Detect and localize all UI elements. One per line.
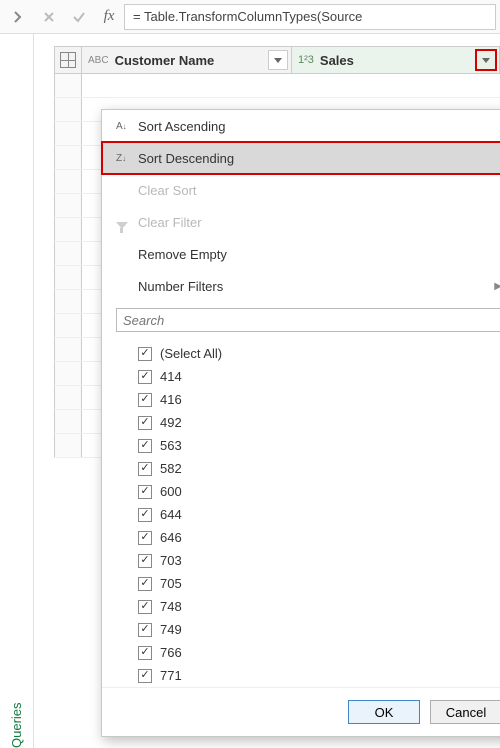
sort-asc-icon: A↓ <box>116 121 138 132</box>
filter-values-list: ✓ (Select All) ✓414✓416✓492✓563✓582✓600✓… <box>116 340 500 687</box>
menu-label: Sort Descending <box>138 151 234 166</box>
filter-value-label: 563 <box>160 438 182 453</box>
number-filters-item[interactable]: Number Filters ▶ <box>102 270 500 302</box>
filter-value-item[interactable]: ✓ 771 <box>138 664 500 687</box>
checkbox-checked-icon: ✓ <box>138 416 152 430</box>
sort-ascending-item[interactable]: A↓ Sort Ascending <box>102 110 500 142</box>
filter-value-label: 414 <box>160 369 182 384</box>
filter-value-item[interactable]: ✓ 414 <box>138 365 500 388</box>
checkbox-checked-icon: ✓ <box>138 393 152 407</box>
checkbox-checked-icon: ✓ <box>138 462 152 476</box>
filter-value-item[interactable]: ✓ 646 <box>138 526 500 549</box>
filter-value-item[interactable]: ✓ 766 <box>138 641 500 664</box>
filter-value-label: 492 <box>160 415 182 430</box>
checkbox-checked-icon: ✓ <box>138 508 152 522</box>
filter-dropdown: A↓ Sort Ascending Z↓ Sort Descending Cle… <box>101 109 500 737</box>
menu-label: Clear Filter <box>138 215 202 230</box>
filter-value-label: 748 <box>160 599 182 614</box>
filter-value-item[interactable]: ✓ 749 <box>138 618 500 641</box>
column-header-customer-name[interactable]: ABC Customer Name <box>82 47 292 73</box>
filter-value-label: 644 <box>160 507 182 522</box>
filter-value-item[interactable]: ✓ 416 <box>138 388 500 411</box>
queries-rail[interactable]: Queries <box>0 34 34 748</box>
filter-value-select-all[interactable]: ✓ (Select All) <box>138 342 500 365</box>
menu-label: Clear Sort <box>138 183 197 198</box>
filter-value-label: 646 <box>160 530 182 545</box>
clear-sort-item: Clear Sort <box>102 174 500 206</box>
sort-descending-item[interactable]: Z↓ Sort Descending <box>102 142 500 174</box>
checkbox-checked-icon: ✓ <box>138 646 152 660</box>
formula-bar: fx = Table.TransformColumnTypes(Source <box>0 0 500 34</box>
column-filter-button-customer[interactable] <box>268 50 288 70</box>
filter-value-label: 600 <box>160 484 182 499</box>
checkbox-checked-icon: ✓ <box>138 370 152 384</box>
filter-value-item[interactable]: ✓ 600 <box>138 480 500 503</box>
column-headers: ABC Customer Name 1²3 Sales <box>54 46 500 74</box>
submenu-arrow-icon: ▶ <box>494 281 500 292</box>
filter-value-label: (Select All) <box>160 346 222 361</box>
filter-value-item[interactable]: ✓ 644 <box>138 503 500 526</box>
type-number-icon: 1²3 <box>298 54 314 66</box>
filter-value-label: 703 <box>160 553 182 568</box>
menu-label: Sort Ascending <box>138 119 225 134</box>
expand-panel-chevron[interactable] <box>0 10 34 24</box>
filter-value-item[interactable]: ✓ 582 <box>138 457 500 480</box>
filter-value-item[interactable]: ✓ 563 <box>138 434 500 457</box>
checkbox-checked-icon: ✓ <box>138 347 152 361</box>
chevron-down-icon <box>274 58 282 63</box>
column-name-label: Customer Name <box>115 53 215 68</box>
checkbox-checked-icon: ✓ <box>138 577 152 591</box>
sort-desc-icon: Z↓ <box>116 153 138 164</box>
filter-value-label: 705 <box>160 576 182 591</box>
checkbox-checked-icon: ✓ <box>138 531 152 545</box>
filter-value-label: 582 <box>160 461 182 476</box>
filter-value-item[interactable]: ✓ 492 <box>138 411 500 434</box>
checkbox-checked-icon: ✓ <box>138 669 152 683</box>
fx-icon[interactable]: fx <box>94 4 124 30</box>
filter-value-label: 771 <box>160 668 182 683</box>
table-icon <box>60 52 76 68</box>
clear-filter-item: Clear Filter <box>102 206 500 238</box>
chevron-down-icon <box>482 58 490 63</box>
column-header-sales[interactable]: 1²3 Sales <box>292 47 500 73</box>
cancel-formula-icon <box>34 4 64 30</box>
menu-label: Number Filters <box>138 279 223 294</box>
checkbox-checked-icon: ✓ <box>138 439 152 453</box>
filter-value-item[interactable]: ✓ 748 <box>138 595 500 618</box>
checkbox-checked-icon: ✓ <box>138 623 152 637</box>
filter-search-input[interactable] <box>116 308 500 332</box>
cancel-button[interactable]: Cancel <box>430 700 500 724</box>
filter-value-item[interactable]: ✓ 703 <box>138 549 500 572</box>
checkbox-checked-icon: ✓ <box>138 600 152 614</box>
formula-input[interactable]: = Table.TransformColumnTypes(Source <box>124 4 496 30</box>
remove-empty-item[interactable]: Remove Empty <box>102 238 500 270</box>
filter-value-item[interactable]: ✓ 705 <box>138 572 500 595</box>
column-filter-button-sales[interactable] <box>475 49 497 71</box>
checkbox-checked-icon: ✓ <box>138 485 152 499</box>
ok-button[interactable]: OK <box>348 700 420 724</box>
commit-formula-icon <box>64 4 94 30</box>
type-text-icon: ABC <box>88 55 109 66</box>
checkbox-checked-icon: ✓ <box>138 554 152 568</box>
table-corner-button[interactable] <box>54 47 82 73</box>
menu-label: Remove Empty <box>138 247 227 262</box>
queries-rail-label: Queries <box>9 64 24 748</box>
filter-value-label: 416 <box>160 392 182 407</box>
filter-value-label: 766 <box>160 645 182 660</box>
column-name-label: Sales <box>320 53 354 68</box>
filter-value-label: 749 <box>160 622 182 637</box>
